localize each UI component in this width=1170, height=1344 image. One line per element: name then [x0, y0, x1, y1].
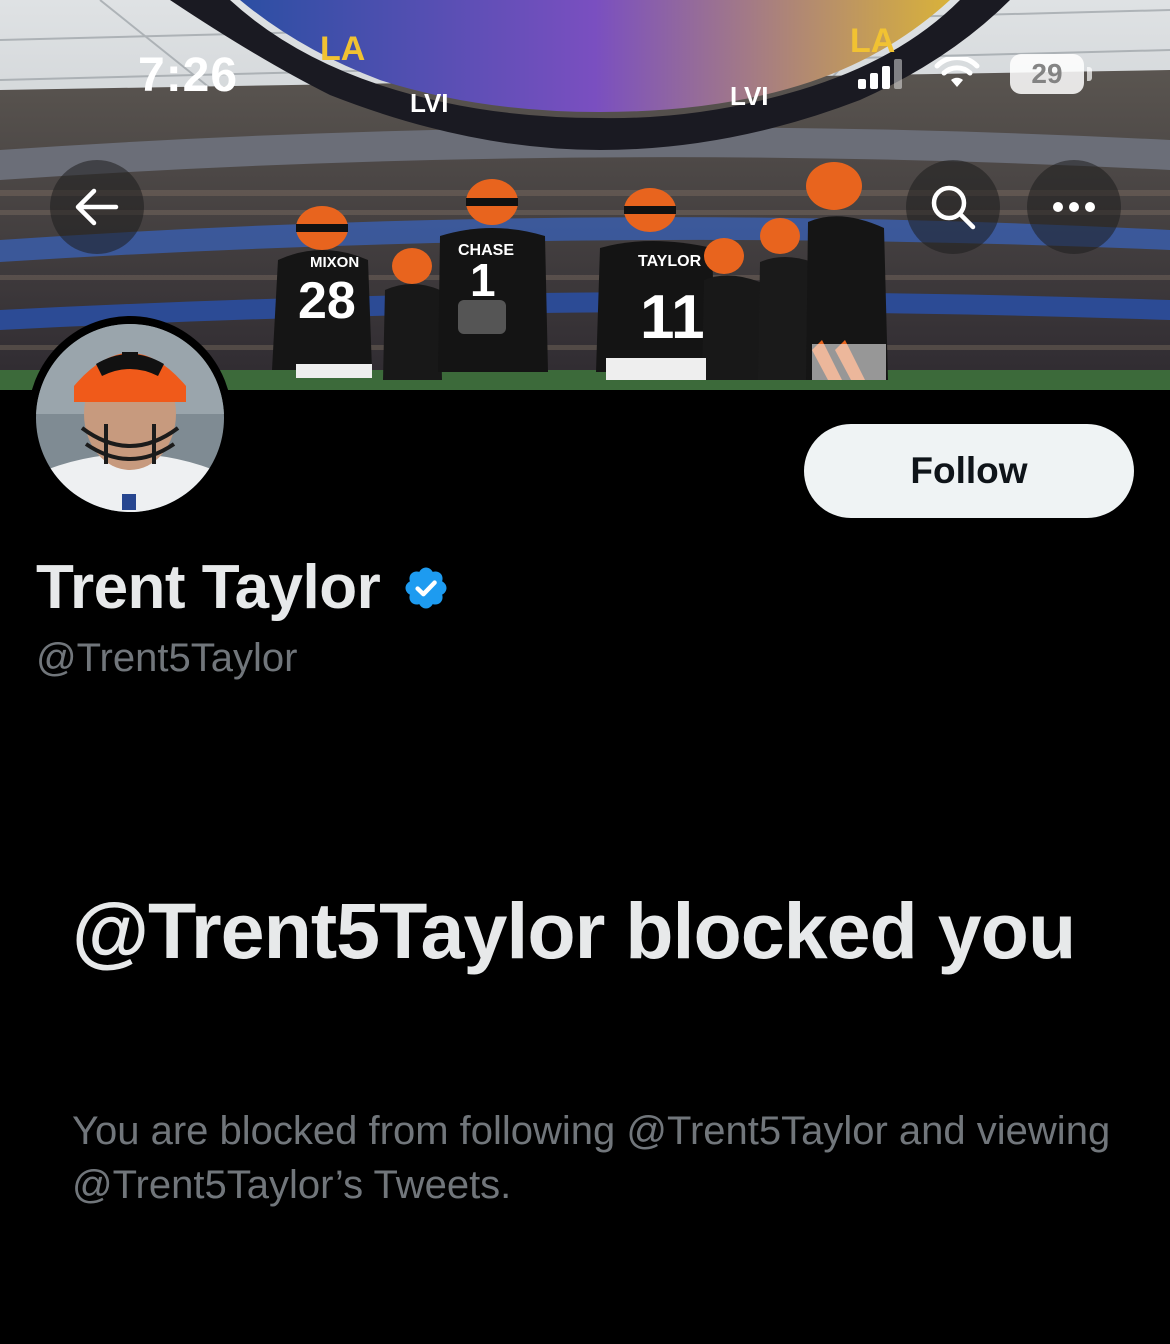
banner-text-la: LA: [320, 30, 365, 68]
jersey-name-taylor: TAYLOR: [638, 253, 702, 270]
search-icon: [931, 185, 976, 230]
display-name: Trent Taylor: [36, 553, 381, 622]
arrow-left-icon: [75, 188, 119, 226]
profile-handle: @Trent5Taylor: [36, 636, 298, 680]
verified-badge-icon[interactable]: [402, 564, 450, 612]
status-time: 7:26: [138, 49, 239, 102]
jersey-name-mixon: MIXON: [310, 254, 359, 271]
jersey-number-28: 28: [298, 272, 356, 330]
wifi-icon: [934, 57, 980, 87]
jersey-number-1: 1: [470, 254, 496, 306]
status-icons: 29: [858, 54, 1092, 94]
profile-name-row: Trent Taylor: [36, 552, 450, 623]
blocked-title: @Trent5Taylor blocked you: [72, 886, 1076, 975]
search-button[interactable]: [906, 160, 1000, 254]
avatar-image: [36, 324, 224, 512]
cellular-signal-icon: [858, 59, 902, 89]
blocked-description: You are blocked from following @Trent5Ta…: [72, 1109, 1111, 1207]
back-button[interactable]: [50, 160, 144, 254]
more-options-button[interactable]: [1027, 160, 1121, 254]
battery-indicator: 29: [1010, 54, 1092, 94]
follow-button[interactable]: Follow: [804, 424, 1134, 518]
more-horizontal-icon: [1053, 202, 1095, 212]
banner-text-lvi: LVI: [410, 88, 449, 118]
profile-avatar[interactable]: [28, 316, 232, 520]
banner-text-lvi-2: LVI: [730, 81, 769, 111]
jersey-number-11: 11: [640, 283, 706, 352]
